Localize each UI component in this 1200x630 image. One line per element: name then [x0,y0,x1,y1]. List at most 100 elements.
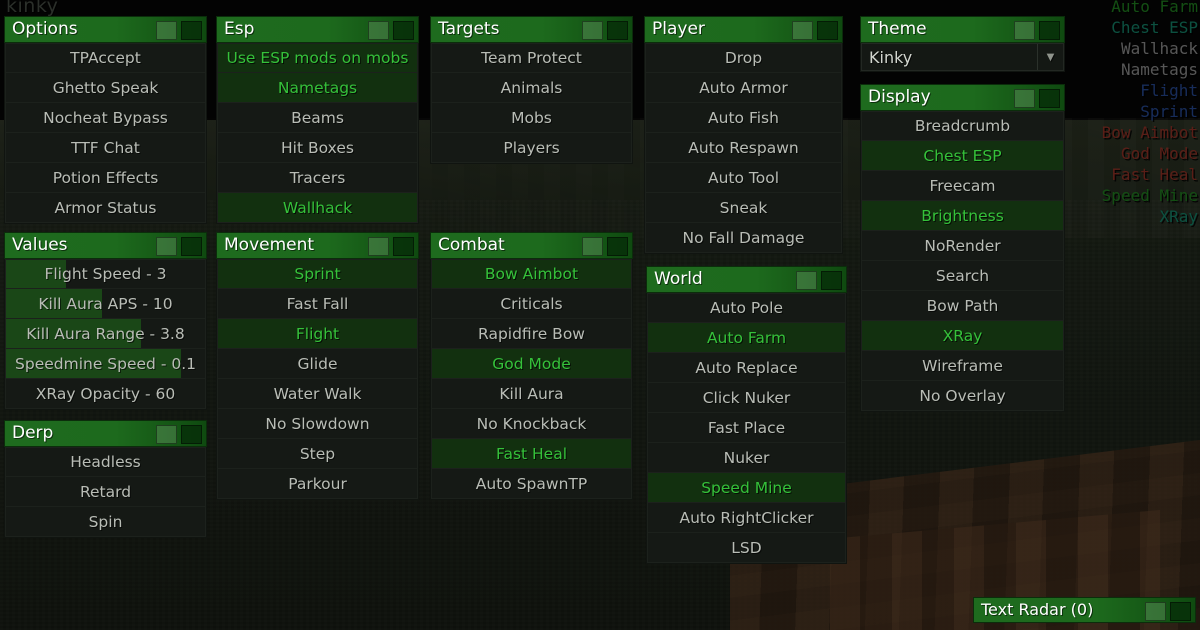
module-item[interactable]: Wallhack [217,193,418,223]
module-item[interactable]: Nametags [217,73,418,103]
value-slider[interactable]: Kill Aura Range - 3.8 [5,319,206,349]
toggle-icon[interactable] [393,237,414,256]
toggle-icon[interactable] [1039,21,1060,40]
collapse-icon[interactable] [1014,21,1035,40]
toggle-icon[interactable] [1170,602,1191,621]
module-item[interactable]: Ghetto Speak [5,73,206,103]
module-item[interactable]: Flight [217,319,418,349]
module-item[interactable]: Auto Armor [645,73,842,103]
collapse-icon[interactable] [796,271,817,290]
module-item[interactable]: NoRender [861,231,1064,261]
toggle-icon[interactable] [817,21,838,40]
module-item[interactable]: Brightness [861,201,1064,231]
module-item[interactable]: No Slowdown [217,409,418,439]
collapse-icon[interactable] [368,21,389,40]
module-item[interactable]: Players [431,133,632,163]
module-item[interactable]: Breadcrumb [861,111,1064,141]
module-item[interactable]: XRay [861,321,1064,351]
panel-header-movement[interactable]: Movement [216,232,419,259]
module-item[interactable]: Search [861,261,1064,291]
value-slider[interactable]: Kill Aura APS - 10 [5,289,206,319]
module-item[interactable]: Animals [431,73,632,103]
module-item[interactable]: No Overlay [861,381,1064,411]
module-item[interactable]: TPAccept [5,43,206,73]
module-item[interactable]: God Mode [431,349,632,379]
module-item[interactable]: Fast Fall [217,289,418,319]
collapse-icon[interactable] [156,21,177,40]
module-item[interactable]: Chest ESP [861,141,1064,171]
module-item[interactable]: Retard [5,477,206,507]
module-item[interactable]: Auto Replace [647,353,846,383]
module-item[interactable]: Fast Heal [431,439,632,469]
collapse-icon[interactable] [1014,89,1035,108]
module-item[interactable]: Sprint [217,259,418,289]
module-item[interactable]: Speed Mine [647,473,846,503]
module-item[interactable]: Team Protect [431,43,632,73]
toggle-icon[interactable] [1039,89,1060,108]
module-item[interactable]: Auto Fish [645,103,842,133]
value-slider[interactable]: XRay Opacity - 60 [5,379,206,409]
toggle-icon[interactable] [181,21,202,40]
theme-dropdown[interactable]: Kinky ▼ [861,43,1064,71]
value-slider[interactable]: Flight Speed - 3 [5,259,206,289]
module-item[interactable]: Parkour [217,469,418,499]
toggle-icon[interactable] [607,21,628,40]
panel-header-theme[interactable]: Theme [860,16,1065,43]
module-item[interactable]: Headless [5,447,206,477]
module-item[interactable]: Nuker [647,443,846,473]
module-item[interactable]: Wireframe [861,351,1064,381]
toggle-icon[interactable] [181,237,202,256]
module-item[interactable]: Rapidfire Bow [431,319,632,349]
text-radar-header[interactable]: Text Radar (0) [973,597,1196,623]
panel-header-world[interactable]: World [646,266,847,293]
module-item[interactable]: Use ESP mods on mobs [217,43,418,73]
module-item[interactable]: Freecam [861,171,1064,201]
value-slider[interactable]: Speedmine Speed - 0.1 [5,349,206,379]
module-item[interactable]: Beams [217,103,418,133]
panel-header-player[interactable]: Player [644,16,843,43]
collapse-icon[interactable] [156,237,177,256]
module-item[interactable]: Drop [645,43,842,73]
module-item[interactable]: Auto Farm [647,323,846,353]
module-item[interactable]: No Fall Damage [645,223,842,253]
module-item[interactable]: Mobs [431,103,632,133]
module-item[interactable]: Tracers [217,163,418,193]
module-item[interactable]: Auto SpawnTP [431,469,632,499]
module-item[interactable]: Auto Respawn [645,133,842,163]
panel-header-values[interactable]: Values [4,232,207,259]
collapse-icon[interactable] [156,425,177,444]
module-item[interactable]: Auto RightClicker [647,503,846,533]
module-item[interactable]: Kill Aura [431,379,632,409]
module-item[interactable]: Auto Pole [647,293,846,323]
collapse-icon[interactable] [582,21,603,40]
panel-header-targets[interactable]: Targets [430,16,633,43]
collapse-icon[interactable] [792,21,813,40]
panel-header-options[interactable]: Options [4,16,207,43]
collapse-icon[interactable] [368,237,389,256]
toggle-icon[interactable] [607,237,628,256]
panel-header-combat[interactable]: Combat [430,232,633,259]
collapse-icon[interactable] [1145,602,1166,621]
panel-header-derp[interactable]: Derp [4,420,207,447]
module-item[interactable]: Sneak [645,193,842,223]
module-item[interactable]: Bow Aimbot [431,259,632,289]
module-item[interactable]: Glide [217,349,418,379]
module-item[interactable]: Auto Tool [645,163,842,193]
module-item[interactable]: Bow Path [861,291,1064,321]
module-item[interactable]: LSD [647,533,846,563]
module-item[interactable]: Armor Status [5,193,206,223]
module-item[interactable]: Fast Place [647,413,846,443]
module-item[interactable]: Nocheat Bypass [5,103,206,133]
module-item[interactable]: Hit Boxes [217,133,418,163]
toggle-icon[interactable] [393,21,414,40]
module-item[interactable]: Click Nuker [647,383,846,413]
toggle-icon[interactable] [181,425,202,444]
module-item[interactable]: Potion Effects [5,163,206,193]
panel-header-esp[interactable]: Esp [216,16,419,43]
module-item[interactable]: Spin [5,507,206,537]
toggle-icon[interactable] [821,271,842,290]
module-item[interactable]: TTF Chat [5,133,206,163]
module-item[interactable]: Step [217,439,418,469]
module-item[interactable]: Criticals [431,289,632,319]
module-item[interactable]: Water Walk [217,379,418,409]
